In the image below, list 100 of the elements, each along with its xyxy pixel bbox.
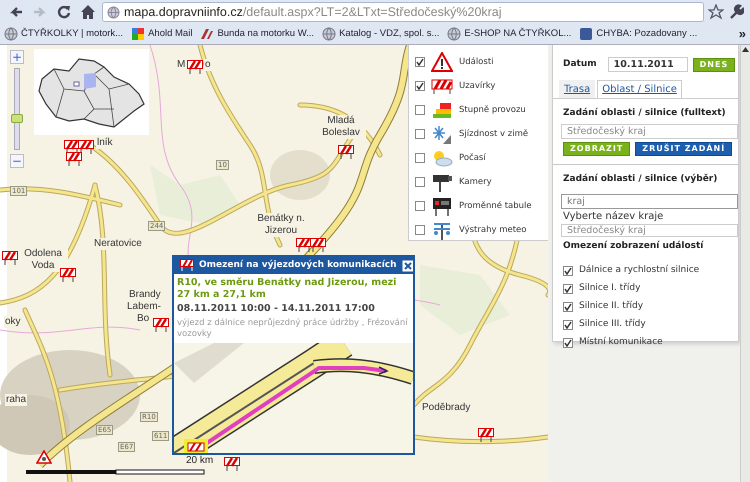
section-heading: Zadání oblasti / silnice (fulltext) xyxy=(563,107,727,120)
checkmark-icon xyxy=(416,58,424,66)
globe-icon xyxy=(447,27,462,41)
tab[interactable]: Oblast / Silnice xyxy=(597,80,682,98)
star-icon[interactable] xyxy=(708,4,724,20)
zoom-in-button[interactable]: + xyxy=(10,50,24,64)
roadblock-icon[interactable] xyxy=(153,318,169,333)
checkbox[interactable] xyxy=(415,153,425,163)
globe-icon xyxy=(107,6,120,18)
checkmark-icon xyxy=(416,82,424,90)
url-path: /default.aspx?LT=2&LTxt=Středočeský%20kraj xyxy=(242,4,502,19)
event-time: 08.11.2011 10:00 - 14.11.2011 17:00 xyxy=(176,302,376,316)
bookmark[interactable]: Bunda na motorku W... xyxy=(198,26,316,42)
checkbox[interactable] xyxy=(563,302,573,312)
reload-icon xyxy=(55,3,73,21)
tiles-icon xyxy=(131,27,146,41)
roadblock-icon[interactable] xyxy=(60,268,76,283)
bookmark[interactable]: Katalog - VDZ, spol. s... xyxy=(320,26,442,42)
place-label: Brandy xyxy=(128,289,162,301)
roadblock-icon[interactable] xyxy=(2,251,18,266)
layer-label: Výstrahy meteo xyxy=(459,224,526,236)
checkbox[interactable] xyxy=(563,320,573,330)
cancel-button[interactable]: ZRUŠIT ZADÁNÍ xyxy=(635,142,732,156)
globe-icon xyxy=(322,27,336,41)
checkbox[interactable] xyxy=(415,57,425,67)
place-label: Poděbrady xyxy=(421,402,472,414)
roadblock-icon[interactable] xyxy=(78,140,94,155)
checkmark-icon xyxy=(564,266,572,274)
checkmark-icon xyxy=(564,338,572,346)
event-description: výjezd z dálnice neprůjezdný práce údržby , Frézování vozovky xyxy=(176,316,409,340)
url-host: mapa.dopravniinfo.cz xyxy=(124,4,243,19)
tab[interactable]: Trasa xyxy=(559,80,596,98)
layer-label: Sjízdnost v zimě xyxy=(459,128,528,140)
checkbox[interactable] xyxy=(415,81,425,91)
checkmark-icon xyxy=(564,284,572,292)
place-label: lník xyxy=(96,137,114,149)
roadblock-icon[interactable] xyxy=(310,238,326,253)
roadblock-icon xyxy=(180,259,194,272)
bookmark[interactable]: ČTYŘKOLKY | motork... xyxy=(2,26,126,42)
sign-board-icon xyxy=(431,196,453,216)
checkbox[interactable] xyxy=(415,177,425,187)
region-select[interactable]: Středočeský kraj xyxy=(561,224,738,237)
checkmark-icon xyxy=(564,302,572,310)
layer-label: Počasí xyxy=(459,152,486,164)
globe-icon xyxy=(4,27,18,41)
checkbox[interactable] xyxy=(415,105,425,115)
bookmark[interactable]: E-SHOP NA ČTYŘKOL... xyxy=(445,26,574,42)
filter-label: Silnice II. třídy xyxy=(579,300,644,313)
date-field[interactable]: 10.11.2011 xyxy=(608,57,688,72)
layer-label: Proměnné tabule xyxy=(459,200,532,212)
event-location: R10, ve směru Benátky nad Jizerou, mezi 27 km a 27,1 km xyxy=(176,276,398,301)
popup-title: Omezení na výjezdových komunikacích xyxy=(199,258,397,272)
layer-label: Stupně provozu xyxy=(459,104,526,116)
filter-label: Silnice III. třídy xyxy=(579,318,646,331)
checkbox[interactable] xyxy=(415,129,425,139)
date-label: Datum xyxy=(563,58,597,71)
filter-label: Silnice I. třídy xyxy=(579,282,640,295)
checkbox[interactable] xyxy=(415,201,425,211)
checkbox[interactable] xyxy=(563,338,573,348)
snowflake-road-icon xyxy=(431,124,453,144)
layer-label: Kamery xyxy=(459,176,492,188)
more-bookmarks-button[interactable]: » xyxy=(736,24,748,44)
checkbox[interactable] xyxy=(415,225,425,235)
slanted-logo-icon xyxy=(200,27,214,41)
zoom-out-button[interactable]: − xyxy=(10,154,24,168)
zoom-slider-thumb[interactable] xyxy=(11,114,23,124)
roadblock-icon[interactable] xyxy=(478,428,494,443)
home-icon xyxy=(79,3,97,21)
roadblock-icon[interactable] xyxy=(187,60,203,75)
place-label: Neratovice xyxy=(93,238,143,250)
checkbox[interactable] xyxy=(563,266,573,276)
section-heading: Zadání oblasti / silnice (výběr) xyxy=(563,172,718,186)
checkmark-icon xyxy=(564,320,572,328)
filter-label: Dálnice a rychlostní silnice xyxy=(579,264,700,277)
place-label: o xyxy=(204,59,212,71)
scrollbar[interactable] xyxy=(740,45,750,482)
square-icon xyxy=(579,27,594,41)
zoom-slider[interactable] xyxy=(14,68,20,150)
scale-label: 20 km xyxy=(186,455,214,467)
roadblock-icon[interactable] xyxy=(224,457,240,472)
region-input-field[interactable]: kraj xyxy=(561,194,738,209)
close-icon[interactable] xyxy=(402,260,413,272)
checkbox[interactable] xyxy=(563,284,573,294)
layer-label: Uzavírky xyxy=(459,80,496,92)
bookmark[interactable]: Ahold Mail xyxy=(129,26,194,42)
roadblock-icon[interactable] xyxy=(66,152,82,167)
roadblock-icon[interactable] xyxy=(338,145,354,160)
place-label: oky xyxy=(4,316,22,328)
bookmark[interactable]: CHYBA: Pozadovany ... xyxy=(577,26,700,42)
warning-triangle-icon xyxy=(431,52,453,72)
layer-label: Události xyxy=(459,56,494,68)
address-bar[interactable]: mapa.dopravniinfo.cz/default.aspx?LT=2&LTxt=Středočeský%20kraj xyxy=(102,2,704,22)
warning-triangle-icon[interactable] xyxy=(36,450,52,464)
place-label: raha xyxy=(5,394,28,406)
filter-label: Místní komunikace xyxy=(579,336,663,349)
wrench-icon[interactable] xyxy=(728,4,744,20)
field-label: Vyberte název kraje xyxy=(563,210,664,224)
roadblock-icon[interactable] xyxy=(64,140,80,155)
section-heading: Omezení zobrazení událostí xyxy=(563,240,704,253)
fulltext-field[interactable]: Středočeský kraj xyxy=(561,124,738,138)
